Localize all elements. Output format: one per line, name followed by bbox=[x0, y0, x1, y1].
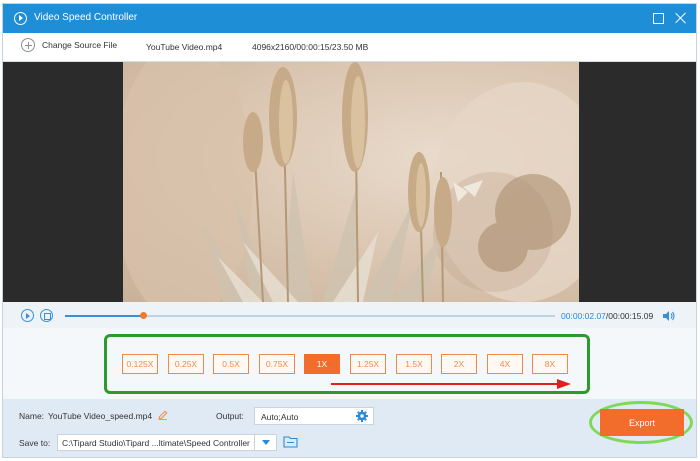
file-details: 4096x2160/00:00:15/23.50 MB bbox=[252, 42, 369, 52]
progress-fill bbox=[65, 315, 143, 317]
speed-option-1x[interactable]: 1X bbox=[304, 354, 340, 374]
stop-icon[interactable] bbox=[40, 309, 53, 322]
output-format-value: Auto;Auto bbox=[261, 412, 299, 422]
time-display: 00:00:02.07/00:00:15.09 bbox=[561, 311, 653, 321]
speed-option-1-5x[interactable]: 1.5X bbox=[396, 354, 432, 374]
save-to-label: Save to: bbox=[19, 438, 51, 448]
edit-pencil-icon[interactable] bbox=[158, 410, 168, 420]
file-info-bar: Change Source File YouTube Video.mp4 409… bbox=[3, 33, 696, 62]
video-frame-image bbox=[123, 62, 579, 302]
output-label: Output: bbox=[216, 411, 244, 421]
play-icon[interactable] bbox=[21, 309, 34, 322]
save-path-value: C:\Tipard Studio\Tipard ...ltimate\Speed… bbox=[62, 438, 250, 448]
dried-flowers-image bbox=[123, 62, 579, 302]
speed-option-8x[interactable]: 8X bbox=[532, 354, 568, 374]
speed-panel: 0.125X 0.25X 0.5X 0.75X 1X 1.25X 1.5X 2X 4X 8X bbox=[3, 328, 696, 399]
export-button[interactable]: Export bbox=[600, 409, 684, 436]
gear-icon[interactable] bbox=[356, 410, 368, 422]
speed-option-0-125x[interactable]: 0.125X bbox=[122, 354, 158, 374]
output-file-name: YouTube Video_speed.mp4 bbox=[48, 411, 153, 421]
output-format-field[interactable]: Auto;Auto bbox=[254, 407, 374, 425]
speed-option-2x[interactable]: 2X bbox=[441, 354, 477, 374]
plus-circle-icon bbox=[21, 38, 35, 52]
name-label: Name: bbox=[19, 411, 45, 421]
speed-option-0-5x[interactable]: 0.5X bbox=[213, 354, 249, 374]
save-path-select[interactable]: C:\Tipard Studio\Tipard ...ltimate\Speed… bbox=[57, 434, 277, 451]
close-icon[interactable] bbox=[674, 11, 688, 25]
speed-option-0-25x[interactable]: 0.25X bbox=[168, 354, 204, 374]
progress-handle[interactable] bbox=[139, 312, 147, 319]
video-preview-area bbox=[3, 62, 696, 302]
playback-bar: 00:00:02.07/00:00:15.09 bbox=[3, 302, 696, 328]
change-source-button[interactable]: Change Source File bbox=[21, 38, 117, 52]
current-time: 00:00:02.07 bbox=[561, 311, 606, 321]
speed-option-4x[interactable]: 4X bbox=[487, 354, 523, 374]
speed-option-1-25x[interactable]: 1.25X bbox=[350, 354, 386, 374]
app-logo-icon bbox=[14, 12, 27, 25]
app-window: Video Speed Controller Change Source Fil… bbox=[2, 3, 697, 458]
progress-slider[interactable] bbox=[65, 312, 555, 319]
total-time: /00:00:15.09 bbox=[605, 311, 654, 321]
output-settings-bar: Name: YouTube Video_speed.mp4 Output: Au… bbox=[3, 399, 696, 457]
window-title: Video Speed Controller bbox=[34, 12, 138, 23]
maximize-icon[interactable] bbox=[651, 11, 665, 25]
arrow-right-icon bbox=[331, 379, 571, 389]
folder-icon[interactable] bbox=[283, 435, 298, 448]
volume-icon[interactable] bbox=[662, 310, 676, 322]
title-bar: Video Speed Controller bbox=[3, 4, 696, 33]
speed-option-0-75x[interactable]: 0.75X bbox=[259, 354, 295, 374]
change-source-label: Change Source File bbox=[42, 40, 118, 50]
chevron-down-icon[interactable] bbox=[254, 435, 276, 450]
file-name: YouTube Video.mp4 bbox=[146, 42, 223, 52]
